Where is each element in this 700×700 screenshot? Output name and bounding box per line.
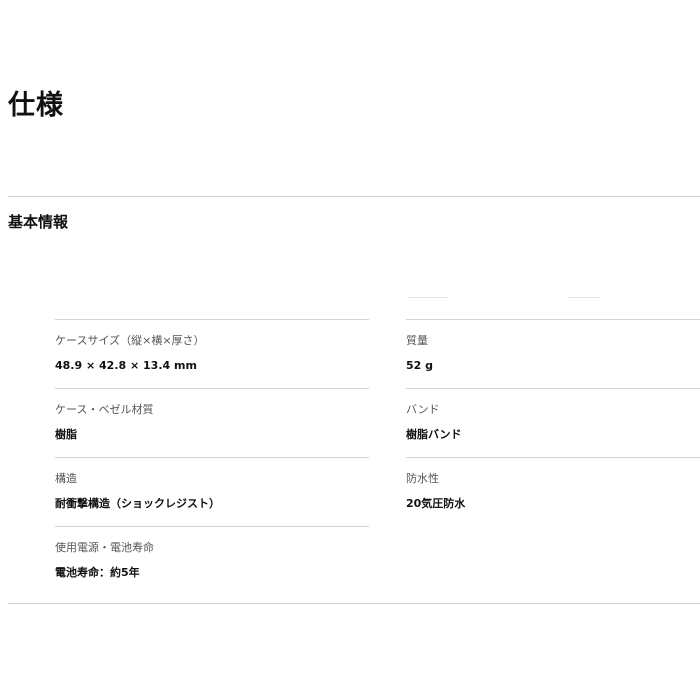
spec-label: ケース・ベゼル材質 [55,403,154,416]
spec-row-power-battery: 使用電源・電池寿命 電池寿命：約5年 [55,526,369,595]
spec-value: 20気圧防水 [406,497,466,510]
spec-row-band: バンド 樹脂バンド [406,388,700,457]
spec-label: バンド [406,403,440,416]
spec-value: 樹脂バンド [406,428,462,441]
spec-column-right: 質量 52 g バンド 樹脂バンド 防水性 20気圧防水 [406,319,700,526]
spec-row-case-size: ケースサイズ（縦×横×厚さ） 48.9 × 42.8 × 13.4 mm [55,319,369,388]
spec-value: 耐衝撃構造（ショックレジスト） [55,497,220,510]
spec-value: 樹脂 [55,428,77,441]
faint-divider-mark [408,297,448,298]
faint-divider-mark [568,297,600,298]
spec-row-weight: 質量 52 g [406,319,700,388]
section-divider-top [8,196,700,197]
spec-label: 構造 [55,472,77,485]
spec-label: 防水性 [406,472,439,485]
spec-column-left: ケースサイズ（縦×横×厚さ） 48.9 × 42.8 × 13.4 mm ケース… [55,319,369,595]
spec-value: 電池寿命：約5年 [55,566,140,579]
section-divider-bottom [8,603,700,604]
spec-label: 使用電源・電池寿命 [55,541,154,554]
spec-row-water-resistance: 防水性 20気圧防水 [406,457,700,526]
spec-row-structure: 構造 耐衝撃構造（ショックレジスト） [55,457,369,526]
spec-row-case-material: ケース・ベゼル材質 樹脂 [55,388,369,457]
spec-value: 52 g [406,359,434,372]
section-title: 基本情報 [8,213,69,231]
spec-label: 質量 [406,334,428,347]
page-title: 仕様 [8,90,64,121]
spec-value: 48.9 × 42.8 × 13.4 mm [55,359,197,372]
spec-label: ケースサイズ（縦×横×厚さ） [55,334,205,347]
